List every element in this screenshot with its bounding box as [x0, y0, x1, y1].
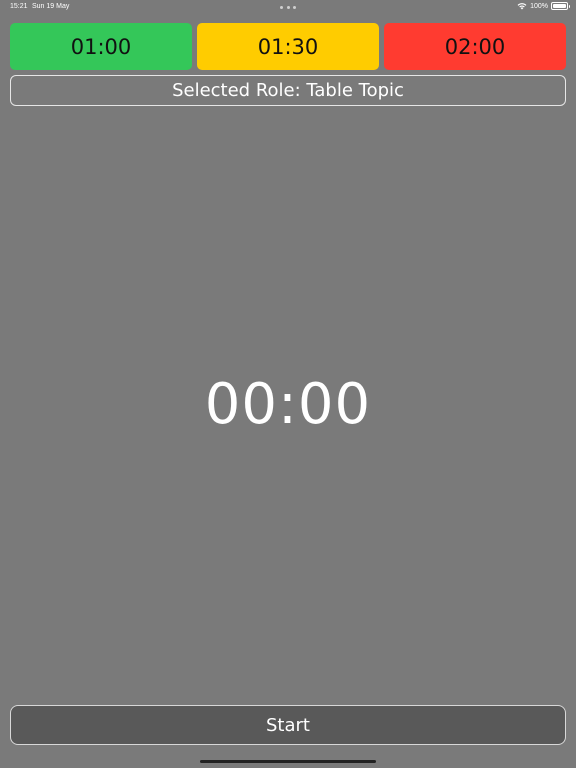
preset-1-minute-button[interactable]: 01:00 — [10, 23, 192, 70]
timer-display: 00:00 — [204, 371, 372, 437]
status-bar: 15:21 Sun 19 May 100% — [0, 0, 576, 14]
start-button[interactable]: Start — [10, 705, 566, 745]
preset-1-30-button[interactable]: 01:30 — [197, 23, 379, 70]
wifi-icon — [517, 2, 527, 10]
battery-icon — [551, 2, 570, 10]
selected-role-button[interactable]: Selected Role: Table Topic — [10, 75, 566, 106]
home-indicator[interactable] — [200, 760, 376, 763]
multitasking-dots-icon[interactable] — [280, 6, 296, 9]
status-time: 15:21 — [10, 3, 28, 10]
battery-fill — [553, 4, 566, 8]
preset-buttons: 01:00 01:30 02:00 — [10, 23, 566, 70]
preset-2-minute-button[interactable]: 02:00 — [384, 23, 566, 70]
status-date: Sun 19 May — [32, 3, 70, 10]
battery-percentage: 100% — [530, 2, 548, 10]
status-right-group: 100% — [517, 2, 570, 10]
timer-screen: 15:21 Sun 19 May 100% 01:00 01:30 02:00 … — [0, 0, 576, 768]
